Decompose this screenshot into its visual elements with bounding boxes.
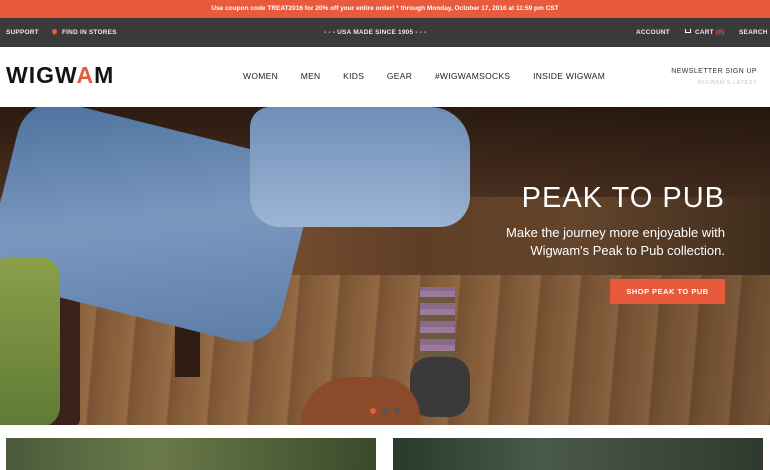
- logo-text-a: A: [76, 62, 95, 88]
- cart-count: (0): [715, 29, 725, 36]
- usa-made-tagline: - - - USA MADE SINCE 1905 - - -: [324, 29, 427, 36]
- hero-image-backpack: [0, 257, 60, 425]
- logo-text-right: M: [94, 62, 115, 88]
- carousel-dots: [370, 401, 406, 419]
- nav-item-women[interactable]: WOMEN: [243, 71, 278, 81]
- find-in-stores-label: FIND IN STORES: [62, 29, 117, 36]
- carousel-dot[interactable]: [394, 408, 400, 414]
- carousel-dot[interactable]: [382, 408, 388, 414]
- carousel-dot[interactable]: [370, 408, 376, 414]
- main-header: WIGWAM WOMEN MEN KIDS GEAR #WIGWAMSOCKS …: [0, 47, 770, 107]
- shop-peak-to-pub-button[interactable]: SHOP PEAK TO PUB: [610, 279, 725, 304]
- account-link[interactable]: ACCOUNT: [636, 18, 670, 47]
- promo-tile-right[interactable]: [393, 438, 763, 470]
- promo-tile-left[interactable]: [6, 438, 376, 470]
- find-in-stores-link[interactable]: FIND IN STORES: [50, 18, 117, 47]
- wigwam-logo[interactable]: WIGWAM: [6, 62, 114, 89]
- hero-subtitle: Make the journey more enjoyable with Wig…: [425, 224, 725, 260]
- utility-bar: SUPPORT FIND IN STORES - - - USA MADE SI…: [0, 18, 770, 47]
- nav-item-gear[interactable]: GEAR: [387, 71, 412, 81]
- hero-subtitle-line-1: Make the journey more enjoyable with: [506, 225, 725, 240]
- hero-banner[interactable]: PEAK TO PUB Make the journey more enjoya…: [0, 107, 770, 425]
- promo-banner: Use coupon code TREAT2016 for 20% off yo…: [0, 0, 770, 18]
- support-link[interactable]: SUPPORT: [6, 18, 39, 47]
- hero-overlay: [430, 107, 770, 425]
- newsletter-title: NEWSLETTER SIGN UP: [671, 68, 757, 75]
- cart-label: CART: [695, 29, 714, 36]
- hero-title: PEAK TO PUB: [521, 182, 725, 214]
- nav-item-kids[interactable]: KIDS: [343, 71, 364, 81]
- cart-link[interactable]: CART (0): [685, 18, 724, 47]
- newsletter-signup[interactable]: NEWSLETTER SIGN UP WIGWAM'S LATEST: [671, 68, 757, 86]
- logo-text-left: WIGW: [6, 62, 77, 88]
- nav-item-men[interactable]: MEN: [301, 71, 321, 81]
- hero-subtitle-line-2: Wigwam's Peak to Pub collection.: [530, 243, 725, 258]
- nav-item-inside-wigwam[interactable]: INSIDE WIGWAM: [533, 71, 605, 81]
- main-nav: WOMEN MEN KIDS GEAR #WIGWAMSOCKS INSIDE …: [243, 71, 625, 81]
- location-pin-icon: [50, 27, 59, 35]
- search-link[interactable]: SEARCH: [739, 18, 768, 47]
- cart-icon: [685, 29, 691, 34]
- nav-item-wigwamsocks[interactable]: #WIGWAMSOCKS: [435, 71, 511, 81]
- newsletter-subtitle: WIGWAM'S LATEST: [697, 80, 757, 86]
